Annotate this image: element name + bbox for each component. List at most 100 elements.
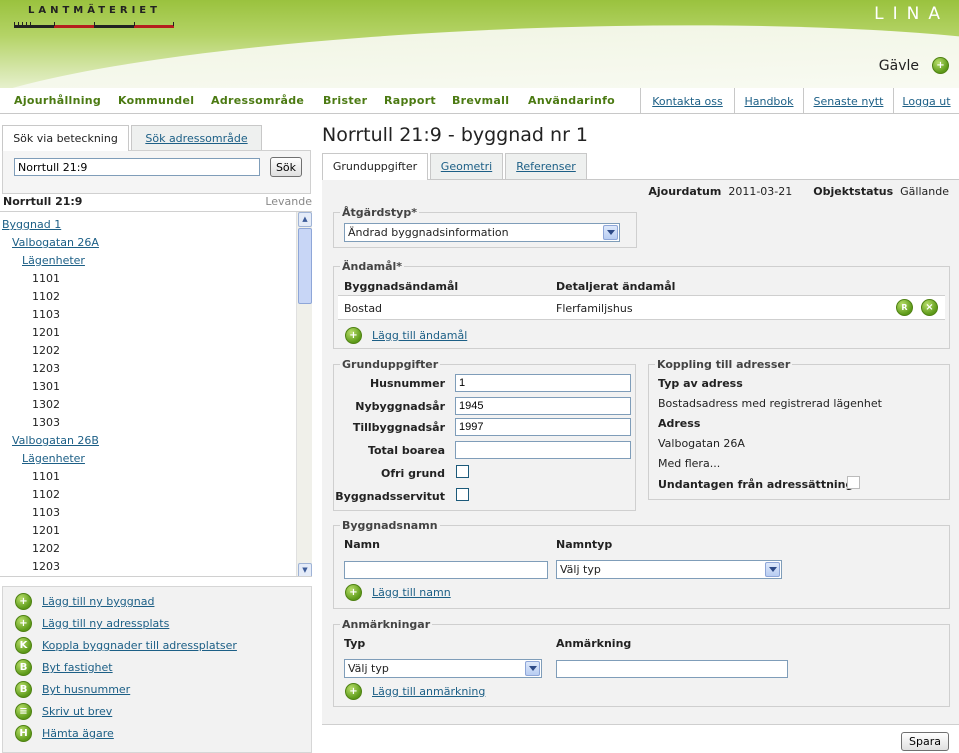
letter-k-icon[interactable]: K (15, 637, 32, 654)
anm-typ-selected: Välj typ (348, 662, 389, 675)
namn-input[interactable] (344, 561, 548, 579)
grunduppgifter-legend: Grunduppgifter (340, 358, 441, 371)
tree-item: 1201 (32, 326, 60, 339)
tree-item: 1202 (32, 344, 60, 357)
nav-item-rapport[interactable]: Rapport (384, 94, 436, 107)
scroll-thumb[interactable] (298, 228, 312, 304)
tree-link[interactable]: Lägenheter (22, 452, 85, 465)
tab-grunduppgifter-label: Grunduppgifter (332, 160, 418, 173)
atgardstyp-group: Åtgärdstyp* Ändrad byggnadsinformation (333, 206, 637, 248)
byggnadsservitut-checkbox[interactable] (456, 488, 469, 501)
tab-referenser-label[interactable]: Referenser (516, 160, 576, 173)
search-button[interactable]: Sök (270, 157, 302, 177)
main-nav: Ajourhållning Kommundel Adressområde Bri… (0, 88, 959, 114)
undantagen-checkbox[interactable] (847, 476, 860, 489)
tree-item: 1203 (32, 560, 60, 573)
tree-link[interactable]: Valbogatan 26B (12, 434, 99, 447)
tree-link[interactable]: Valbogatan 26A (12, 236, 99, 249)
husnummer-label: Husnummer (369, 377, 445, 390)
chevron-down-icon[interactable] (525, 661, 540, 676)
action-byt-fastighet-link[interactable]: Byt fastighet (42, 661, 113, 674)
total-boarea-label: Total boarea (367, 444, 445, 457)
action-skriv-ut-brev-link[interactable]: Skriv ut brev (42, 705, 112, 718)
city-name: Gävle (878, 58, 919, 74)
tab-referenser[interactable]: Referenser (505, 153, 587, 179)
link-handbok[interactable]: Handbok (734, 88, 803, 114)
plus-icon[interactable]: + (15, 615, 32, 632)
tree-item: 1102 (32, 290, 60, 303)
plus-icon[interactable]: + (15, 593, 32, 610)
link-logga-ut[interactable]: Logga ut (893, 88, 959, 114)
ofri-grund-checkbox[interactable] (456, 465, 469, 478)
namntyp-select[interactable]: Välj typ (556, 560, 782, 579)
action-add-adressplats-link[interactable]: Lägg till ny adressplats (42, 617, 169, 630)
link-handbok-label[interactable]: Handbok (744, 95, 793, 108)
nav-item-adressomrade[interactable]: Adressområde (211, 94, 304, 107)
tab-geometri[interactable]: Geometri (430, 153, 503, 179)
replace-andamal-icon[interactable]: R (896, 299, 913, 316)
tab-sok-adressomrade-label[interactable]: Sök adressområde (145, 132, 247, 145)
objektstatus-label: Objektstatus (813, 185, 894, 198)
tab-sok-via-beteckning[interactable]: Sök via beteckning (2, 125, 129, 151)
action-byt-husnummer-link[interactable]: Byt husnummer (42, 683, 130, 696)
add-anmarkning-icon[interactable]: + (345, 683, 362, 700)
nav-item-brister[interactable]: Brister (323, 94, 367, 107)
actions-panel: + Lägg till ny byggnad + Lägg till ny adres… (2, 586, 312, 753)
total-boarea-input[interactable] (455, 441, 631, 459)
atgardstyp-legend: Åtgärdstyp* (340, 206, 419, 219)
adress-value: Valbogatan 26A (658, 437, 745, 450)
anmarkning-input[interactable] (556, 660, 788, 678)
add-namn-link[interactable]: Lägg till namn (372, 586, 451, 599)
tree-item: 1102 (32, 488, 60, 501)
action-hamta-agare-link[interactable]: Hämta ägare (42, 727, 114, 740)
link-kontakta-oss[interactable]: Kontakta oss (640, 88, 734, 114)
nav-item-kommundel[interactable]: Kommundel (118, 94, 194, 107)
tree-item: 1203 (32, 362, 60, 375)
anmarkningar-group: Anmärkningar Typ Anmärkning Välj typ + L… (333, 618, 950, 707)
atgardstyp-select[interactable]: Ändrad byggnadsinformation (344, 223, 620, 242)
add-namn-icon[interactable]: + (345, 584, 362, 601)
husnummer-input[interactable] (455, 374, 631, 392)
nav-item-ajourhallning[interactable]: Ajourhållning (14, 94, 101, 107)
nybyggnadsar-input[interactable] (455, 397, 631, 415)
chevron-down-icon[interactable] (603, 225, 618, 240)
add-andamal-link[interactable]: Lägg till ändamål (372, 329, 467, 342)
letter-b-icon[interactable]: B (15, 659, 32, 676)
add-city-icon[interactable]: + (932, 57, 949, 74)
scroll-up-icon[interactable]: ▲ (298, 212, 312, 227)
tab-sok-via-beteckning-label: Sök via beteckning (13, 132, 118, 145)
chevron-down-icon[interactable] (765, 562, 780, 577)
link-kontakta-oss-label[interactable]: Kontakta oss (652, 95, 723, 108)
letter-b-icon[interactable]: B (15, 681, 32, 698)
tillbyggnadsar-input[interactable] (455, 418, 631, 436)
typ-av-adress-label: Typ av adress (658, 377, 743, 390)
scroll-down-icon[interactable]: ▼ (298, 563, 312, 576)
tab-geometri-label[interactable]: Geometri (441, 160, 492, 173)
letter-h-icon[interactable]: H (15, 725, 32, 742)
link-logga-ut-label[interactable]: Logga ut (902, 95, 950, 108)
tree-link[interactable]: Lägenheter (22, 254, 85, 267)
byggnadsandamal-header: Byggnadsändamål (344, 280, 459, 293)
link-senaste-nytt[interactable]: Senaste nytt (803, 88, 893, 114)
search-input[interactable] (14, 158, 260, 176)
tree-scrollbar[interactable]: ▲ ▼ (296, 212, 312, 576)
action-koppla-byggnader-link[interactable]: Koppla byggnader till adressplatser (42, 639, 237, 652)
action-add-byggnad-link[interactable]: Lägg till ny byggnad (42, 595, 154, 608)
link-senaste-nytt-label[interactable]: Senaste nytt (814, 95, 884, 108)
printer-icon[interactable]: ≡ (15, 703, 32, 720)
nybyggnadsar-label: Nybyggnadsår (355, 400, 445, 413)
add-anmarkning-link[interactable]: Lägg till anmärkning (372, 685, 485, 698)
nav-item-brevmall[interactable]: Brevmall (452, 94, 509, 107)
byggnadsnamn-group: Byggnadsnamn Namn Namntyp Välj typ + Läg… (333, 519, 950, 609)
tab-grunduppgifter[interactable]: Grunduppgifter (322, 153, 428, 180)
remove-andamal-icon[interactable]: × (921, 299, 938, 316)
add-andamal-icon[interactable]: + (345, 327, 362, 344)
tab-sok-adressomrade[interactable]: Sök adressområde (131, 125, 262, 151)
anm-typ-select[interactable]: Välj typ (344, 659, 542, 678)
ofri-grund-label: Ofri grund (381, 467, 445, 480)
save-button[interactable]: Spara (901, 732, 949, 751)
tree-item: 1103 (32, 308, 60, 321)
nav-item-anvandarinfo[interactable]: Användarinfo (528, 94, 615, 107)
tree-item: 1101 (32, 470, 60, 483)
tree-link[interactable]: Byggnad 1 (2, 218, 61, 231)
